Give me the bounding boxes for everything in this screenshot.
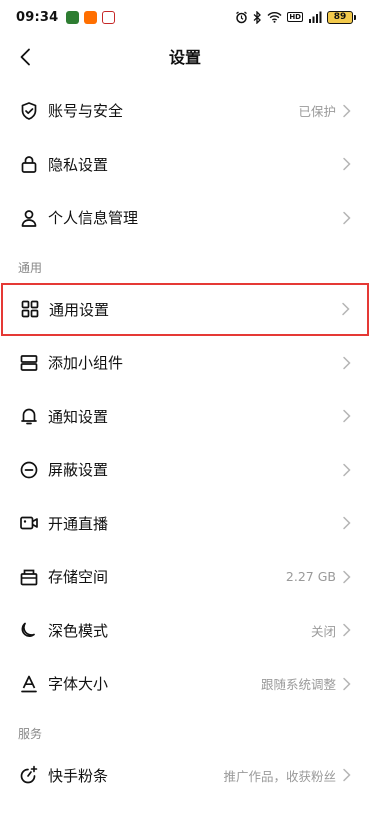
promote-label: 快手粉条 [48, 766, 109, 785]
general-settings-row[interactable]: 通用设置 [1, 282, 369, 336]
person-icon [18, 207, 40, 229]
personal-info-label: 个人信息管理 [48, 209, 139, 228]
add-widget-label: 添加小组件 [48, 354, 124, 373]
section-title-general: 通用 [18, 260, 43, 275]
chevron-right-icon [343, 356, 351, 369]
status-indicators: HD 89 [235, 10, 356, 24]
block-settings-row[interactable]: 屏蔽设置 [0, 443, 370, 497]
alarm-icon [236, 10, 248, 23]
app-notification-icon [66, 10, 80, 24]
hd-icon: HD [287, 12, 303, 22]
font-size-label: 字体大小 [48, 675, 109, 694]
bluetooth-icon [253, 10, 262, 24]
dark-mode-status: 关闭 [310, 623, 336, 639]
font-size-status: 跟随系统调整 [260, 677, 336, 693]
chevron-right-icon [343, 769, 351, 782]
chevron-left-icon [20, 48, 30, 66]
font-size-row[interactable]: 字体大小 跟随系统调整 [0, 657, 370, 711]
nav-bar: 设置 [0, 34, 370, 78]
shield-check-icon [18, 100, 40, 122]
signal-icon [309, 11, 322, 23]
promote-row[interactable]: 快手粉条 推广作品，收获粉丝 [0, 749, 370, 803]
live-camera-icon [18, 512, 40, 534]
privacy-settings-row[interactable]: 隐私设置 [0, 138, 370, 192]
chevron-right-icon [342, 303, 350, 316]
account-security-row[interactable]: 账号与安全 已保护 [0, 84, 370, 138]
storage-label: 存储空间 [48, 568, 109, 587]
chevron-right-icon [343, 517, 351, 530]
chevron-right-icon [343, 463, 351, 476]
block-settings-label: 屏蔽设置 [48, 461, 109, 480]
notification-settings-label: 通知设置 [48, 407, 109, 426]
status-app-icons [66, 10, 116, 24]
storage-size: 2.27 GB [285, 569, 336, 585]
notification-settings-row[interactable]: 通知设置 [0, 390, 370, 444]
chevron-right-icon [343, 410, 351, 423]
battery-icon: 89 [327, 10, 356, 24]
storage-box-icon [18, 566, 40, 588]
chevron-right-icon [343, 624, 351, 637]
status-time: 09:34 [16, 9, 59, 25]
bell-icon [18, 405, 40, 427]
status-bar: 09:34 HD 89 [0, 0, 370, 34]
dark-mode-label: 深色模式 [48, 621, 109, 640]
promote-icon [18, 764, 40, 786]
settings-list: 账号与安全 已保护 隐私设置 个人信息管理 通用 通用设置 添加小组件 通知设置… [0, 84, 370, 802]
section-title-service: 服务 [18, 726, 43, 741]
page-title: 设置 [168, 48, 201, 67]
personal-info-row[interactable]: 个人信息管理 [0, 191, 370, 245]
start-live-row[interactable]: 开通直播 [0, 497, 370, 551]
chevron-right-icon [343, 570, 351, 583]
dark-mode-row[interactable]: 深色模式 关闭 [0, 604, 370, 658]
battery-level: 89 [327, 10, 353, 24]
account-security-label: 账号与安全 [48, 102, 124, 121]
general-settings-label: 通用设置 [49, 300, 110, 319]
start-live-label: 开通直播 [48, 514, 109, 533]
promote-description: 推广作品，收获粉丝 [223, 768, 336, 784]
storage-row[interactable]: 存储空间 2.27 GB [0, 550, 370, 604]
moon-icon [18, 619, 40, 641]
privacy-settings-label: 隐私设置 [48, 155, 109, 174]
chevron-right-icon [343, 158, 351, 171]
account-security-status: 已保护 [298, 104, 336, 120]
grid-icon [19, 298, 41, 320]
app-notification-icon [102, 10, 116, 24]
chevron-right-icon [343, 211, 351, 224]
back-button[interactable] [12, 44, 38, 70]
block-icon [18, 459, 40, 481]
app-notification-icon [84, 10, 98, 24]
font-size-icon [18, 673, 40, 695]
add-widget-row[interactable]: 添加小组件 [0, 336, 370, 390]
lock-icon [18, 153, 40, 175]
chevron-right-icon [343, 677, 351, 690]
chevron-right-icon [343, 104, 351, 117]
wifi-icon [267, 12, 282, 23]
widget-icon [18, 352, 40, 374]
